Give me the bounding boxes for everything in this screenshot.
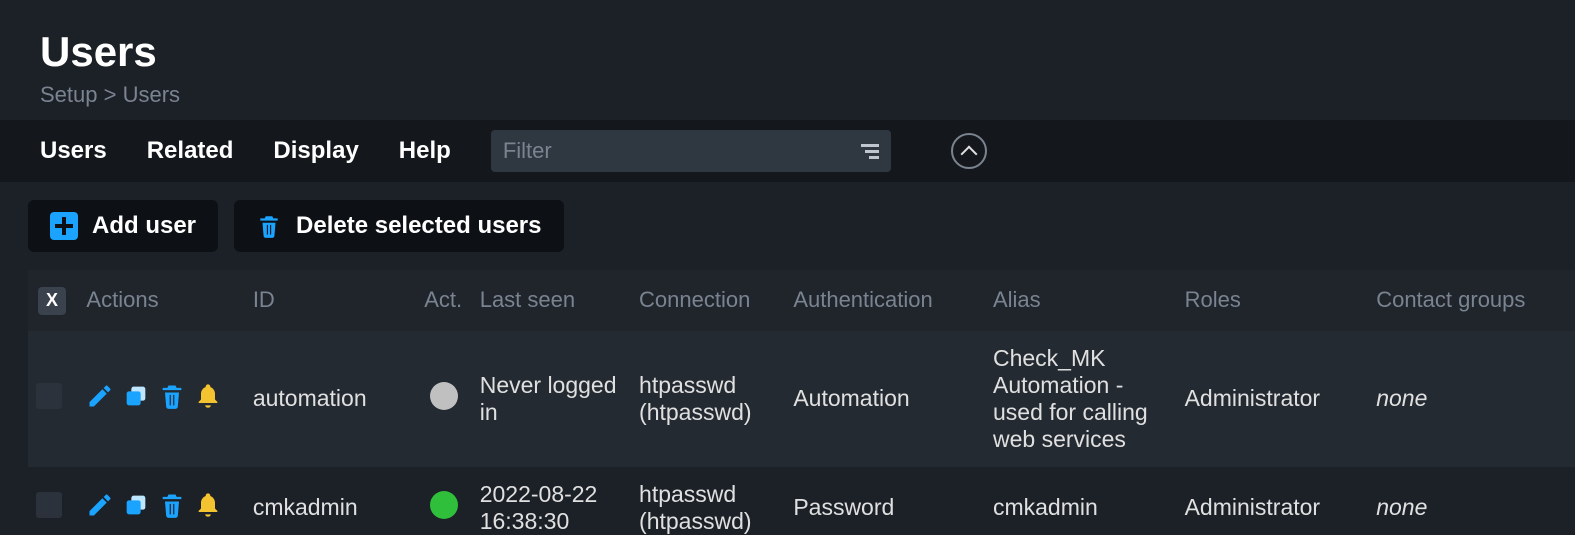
edit-icon[interactable] — [86, 491, 114, 525]
trash-icon — [256, 213, 282, 239]
col-contact-groups[interactable]: Contact groups — [1368, 270, 1575, 331]
col-connection[interactable]: Connection — [631, 270, 785, 331]
plus-icon — [50, 212, 78, 240]
filter-icon — [861, 144, 879, 159]
cell-connection: htpasswd (htpasswd) — [631, 467, 785, 535]
edit-icon[interactable] — [86, 382, 114, 416]
col-alias[interactable]: Alias — [985, 270, 1177, 331]
status-dot — [430, 382, 458, 410]
page-title: Users — [40, 28, 1535, 76]
menu-users[interactable]: Users — [40, 137, 107, 165]
table-row: automation Never logged inhtpasswd (htpas… — [28, 331, 1575, 467]
cell-contact-groups: none — [1368, 331, 1575, 467]
col-act: Act. — [416, 270, 471, 331]
col-authentication[interactable]: Authentication — [785, 270, 985, 331]
row-select-checkbox[interactable] — [36, 492, 62, 518]
delete-selected-button[interactable]: Delete selected users — [234, 200, 563, 252]
cell-alias: Check_MK Automation - used for calling w… — [985, 331, 1177, 467]
cell-last-seen: Never logged in — [472, 331, 631, 467]
add-user-label: Add user — [92, 212, 196, 240]
trash-icon[interactable] — [158, 491, 186, 525]
filter-input[interactable] — [503, 138, 861, 164]
delete-selected-label: Delete selected users — [296, 212, 541, 240]
menu-help[interactable]: Help — [399, 137, 451, 165]
col-last-seen[interactable]: Last seen — [472, 270, 631, 331]
filter-field[interactable] — [491, 130, 891, 172]
cell-id[interactable]: automation — [245, 331, 416, 467]
cell-contact-groups: none — [1368, 467, 1575, 535]
status-dot — [430, 491, 458, 519]
clone-icon[interactable] — [122, 382, 150, 416]
col-roles[interactable]: Roles — [1177, 270, 1369, 331]
col-id[interactable]: ID — [245, 270, 416, 331]
breadcrumb: Setup > Users — [40, 82, 1535, 108]
cell-roles: Administrator — [1177, 331, 1369, 467]
users-table: X Actions ID Act. Last seen Connection A… — [28, 270, 1575, 535]
bell-icon[interactable] — [194, 382, 222, 416]
col-actions: Actions — [78, 270, 244, 331]
collapse-button[interactable] — [951, 133, 987, 169]
select-all-toggle[interactable]: X — [38, 287, 66, 315]
cell-authentication: Automation — [785, 331, 985, 467]
table-row: cmkadmin 2022-08-22 16:38:30htpasswd (htp… — [28, 467, 1575, 535]
menu-bar: Users Related Display Help — [0, 120, 1575, 182]
cell-alias: cmkadmin — [985, 467, 1177, 535]
action-bar: Add user Delete selected users — [0, 182, 1575, 270]
clone-icon[interactable] — [122, 491, 150, 525]
col-select[interactable]: X — [28, 270, 78, 331]
cell-connection: htpasswd (htpasswd) — [631, 331, 785, 467]
cell-last-seen: 2022-08-22 16:38:30 — [472, 467, 631, 535]
add-user-button[interactable]: Add user — [28, 200, 218, 252]
cell-id[interactable]: cmkadmin — [245, 467, 416, 535]
menu-related[interactable]: Related — [147, 137, 234, 165]
bell-icon[interactable] — [194, 491, 222, 525]
trash-icon[interactable] — [158, 382, 186, 416]
cell-authentication: Password — [785, 467, 985, 535]
cell-roles: Administrator — [1177, 467, 1369, 535]
chevron-up-icon — [960, 146, 977, 163]
menu-display[interactable]: Display — [273, 137, 358, 165]
row-select-checkbox[interactable] — [36, 383, 62, 409]
